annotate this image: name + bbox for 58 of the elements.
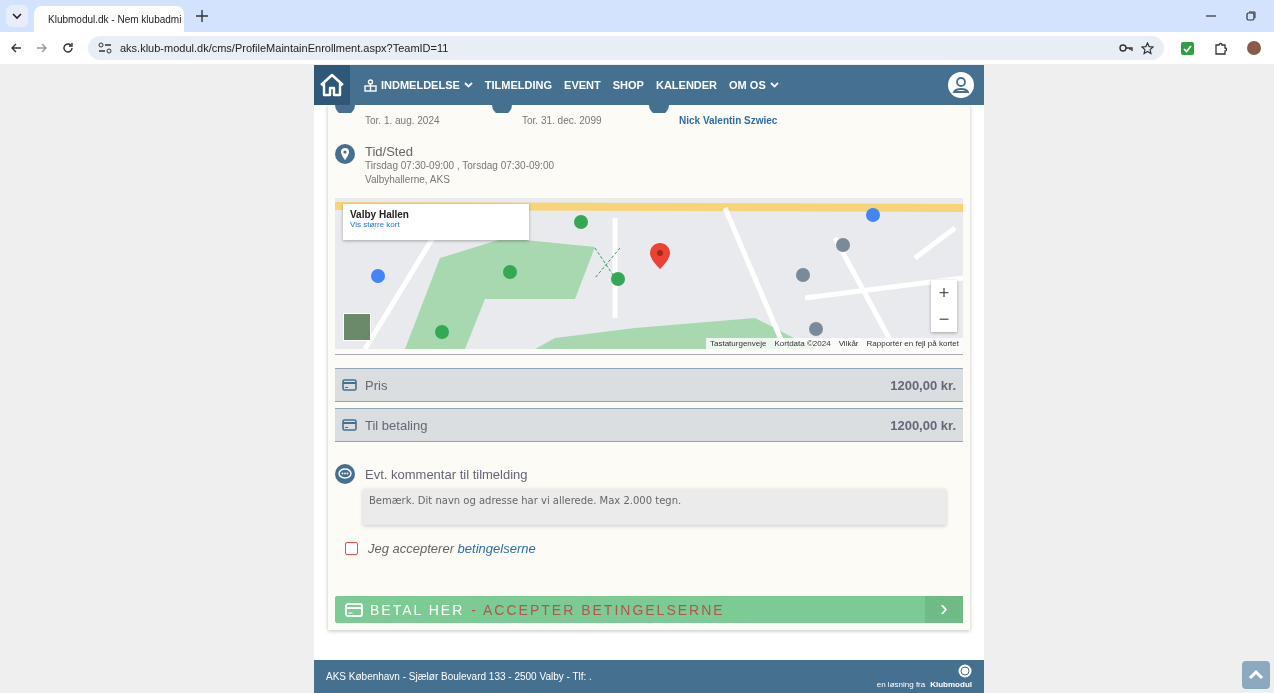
nav-link[interactable]: SHOP <box>612 79 644 91</box>
star-icon[interactable] <box>1141 41 1154 55</box>
brand-name: Klubmodul <box>930 680 972 689</box>
attribution-link[interactable]: Tastaturgenveje <box>710 339 767 348</box>
terms-checkbox[interactable] <box>345 542 358 555</box>
nav-link[interactable]: TILMELDING <box>484 79 553 91</box>
terms-text: Jeg accepterer betingelserne <box>368 541 536 556</box>
reload-icon[interactable] <box>62 42 74 54</box>
restore-icon[interactable] <box>1246 11 1256 21</box>
place-name: Valby Hallen <box>350 209 410 220</box>
chat-bubble-icon <box>335 464 355 484</box>
people-icon <box>364 78 377 92</box>
larger-map-link[interactable]: Vis større kort <box>350 220 522 229</box>
price-amount: 1200,00 kr. <box>890 377 956 393</box>
checkbox-extension-icon[interactable] <box>1181 41 1194 55</box>
footer-address: AKS København - Sjælør Boulevard 133 - 2500 Valby - Tlf: . <box>326 671 592 682</box>
nav-link[interactable]: KALENDER <box>655 79 718 91</box>
location-text: Tirsdag 07:30-09:00 , Torsdag 07:30-09:00 <box>365 159 555 173</box>
price-label: Pris <box>365 377 388 393</box>
forward-icon[interactable] <box>36 42 48 54</box>
zoom-out-button[interactable]: − <box>931 306 957 332</box>
location-text: Valbyhallerne, AKS <box>365 173 451 187</box>
address-field[interactable]: aks.klub-modul.dk/cms/ProfileMaintainEnrollment.aspx?TeamID=11 <box>88 36 1164 60</box>
profile-avatar-icon[interactable] <box>1247 41 1261 55</box>
price-amount: 1200,00 kr. <box>890 417 956 433</box>
comment-field[interactable]: Bemærk. Dit navn og adresse har vi allerede. Max 2.000 tegn. <box>363 489 946 525</box>
street-view-thumbnail[interactable] <box>343 313 371 341</box>
section-title: Tid/Sted <box>365 144 414 159</box>
nav-link[interactable]: OM OS <box>729 79 779 91</box>
site-settings-icon[interactable] <box>98 42 112 54</box>
browser-tab[interactable]: Klubmodul.dk - Nem klubadmi <box>34 6 184 32</box>
nav-link[interactable]: INDMELDELSE <box>364 78 473 92</box>
credit-text: en løsning fra <box>876 680 926 689</box>
attribution-link[interactable]: Kortdata ©2024 <box>774 339 831 348</box>
price-label: Til betaling <box>365 417 428 433</box>
club-logo-icon <box>958 664 972 678</box>
credit-card-icon <box>342 379 357 391</box>
tab-list-icon[interactable] <box>6 5 28 27</box>
tab-title: Klubmodul.dk - Nem klubadmi <box>48 13 182 25</box>
date-text: Tor. 31. dec. 2099 <box>522 115 603 126</box>
new-tab-icon[interactable] <box>196 10 208 22</box>
date-text: Tor. 1. aug. 2024 <box>365 115 441 126</box>
home-button[interactable] <box>314 65 350 105</box>
instructor-link[interactable]: Nick Valentin Szwiec <box>679 115 806 126</box>
credit-card-icon <box>345 602 363 617</box>
key-icon[interactable] <box>1119 43 1133 53</box>
back-icon[interactable] <box>10 42 22 54</box>
zoom-in-button[interactable]: + <box>931 280 957 306</box>
terms-link[interactable]: betingelserne <box>457 541 536 556</box>
home-icon <box>319 73 345 97</box>
puzzle-icon[interactable] <box>1214 41 1227 55</box>
comment-label: Evt. kommentar til tilmelding <box>365 466 528 482</box>
nav-link[interactable]: EVENT <box>564 79 601 91</box>
attribution-link[interactable]: Vilkår <box>838 339 859 348</box>
attribution-link[interactable]: Rapportér en fejl på kortet <box>866 339 959 348</box>
user-profile-icon[interactable] <box>948 72 974 98</box>
location-pin-icon <box>335 144 355 164</box>
credit-card-icon <box>342 419 357 431</box>
